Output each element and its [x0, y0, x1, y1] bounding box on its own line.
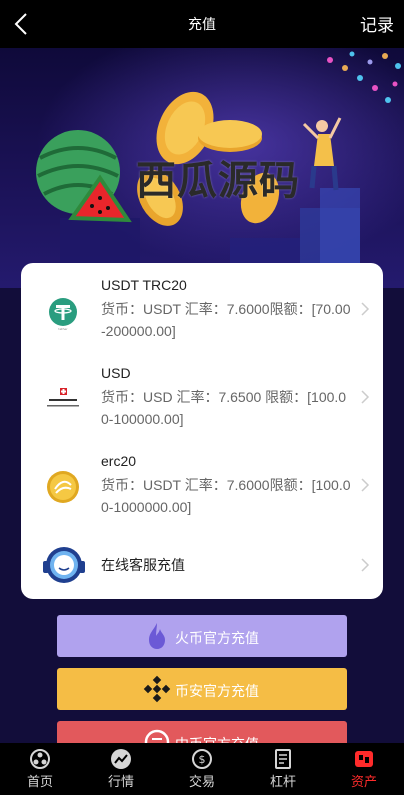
- assets-icon: [355, 751, 373, 767]
- tab-assets[interactable]: 资产: [334, 743, 394, 795]
- tab-label: 资产: [350, 774, 377, 789]
- method-online-service[interactable]: 在线客服充值: [21, 541, 383, 589]
- method-detail: 货币：USDT 汇率：7.6000限额：[100.00-1000000.00]: [101, 477, 351, 515]
- svg-text:tether: tether: [58, 327, 68, 331]
- bottom-tab-bar: 首页 行情 $ 交易 杠杆 资产: [0, 743, 404, 795]
- gold-coin-icon: [47, 471, 79, 503]
- tether-icon: tether: [49, 298, 77, 331]
- button-label: 火币官方充值: [175, 630, 259, 646]
- method-name: erc20: [101, 453, 137, 469]
- method-usdt-trc20[interactable]: tether USDT TRC20 货币：USDT 汇率：7.6000限额：[7…: [21, 277, 383, 353]
- top-bar: 充值 记录: [0, 0, 404, 48]
- customer-service-icon: [43, 547, 85, 583]
- binance-icon: [143, 675, 171, 703]
- method-erc20[interactable]: erc20 货币：USDT 汇率：7.6000限额：[100.00-100000…: [21, 453, 383, 529]
- button-label: 币安官方充值: [175, 683, 259, 699]
- method-usd[interactable]: USD 货币：USD 汇率：7.6500 限额：[100.00-100000.0…: [21, 365, 383, 441]
- payment-method-list: tether USDT TRC20 货币：USDT 汇率：7.6000限额：[7…: [21, 263, 383, 599]
- method-detail: 货币：USD 汇率：7.6500 限额：[100.00-100000.00]: [101, 389, 347, 427]
- exchange-icon: $: [192, 749, 212, 769]
- huobi-recharge-button[interactable]: 火币官方充值: [57, 615, 347, 657]
- chevron-right-icon: [361, 390, 370, 404]
- chevron-right-icon: [361, 478, 370, 492]
- method-name: USDT TRC20: [101, 277, 187, 293]
- button-label: 中币官方充值: [175, 734, 259, 743]
- coin-exchange-icon: [144, 729, 170, 743]
- binance-recharge-button[interactable]: 币安官方充值: [57, 668, 347, 710]
- third-recharge-button[interactable]: 中币官方充值: [57, 721, 347, 743]
- home-icon: [30, 749, 50, 769]
- leverage-icon: [275, 749, 291, 769]
- tab-label: 行情: [107, 774, 134, 789]
- tab-market[interactable]: 行情: [91, 743, 151, 795]
- chevron-right-icon: [361, 558, 370, 572]
- tab-label: 首页: [26, 774, 53, 789]
- page-title: 充值: [188, 17, 216, 33]
- tab-label: 杠杆: [269, 774, 296, 789]
- method-name: USD: [101, 365, 131, 381]
- tab-label: 交易: [188, 774, 215, 789]
- tab-trade[interactable]: $ 交易: [172, 743, 232, 795]
- tab-home[interactable]: 首页: [10, 743, 70, 795]
- bank-logo-icon: [47, 388, 79, 407]
- records-link[interactable]: 记录: [360, 11, 394, 36]
- method-detail: 货币：USDT 汇率：7.6000限额：[70.00-200000.00]: [101, 301, 351, 339]
- chart-icon: [111, 749, 131, 769]
- flame-icon: [149, 623, 165, 649]
- method-name: 在线客服充值: [101, 557, 185, 573]
- banner-watermark: 西瓜源码: [136, 158, 300, 204]
- tab-leverage[interactable]: 杠杆: [253, 743, 313, 795]
- svg-text:$: $: [199, 753, 206, 766]
- chevron-right-icon: [361, 302, 370, 316]
- promo-banner: 西瓜源码: [0, 48, 404, 288]
